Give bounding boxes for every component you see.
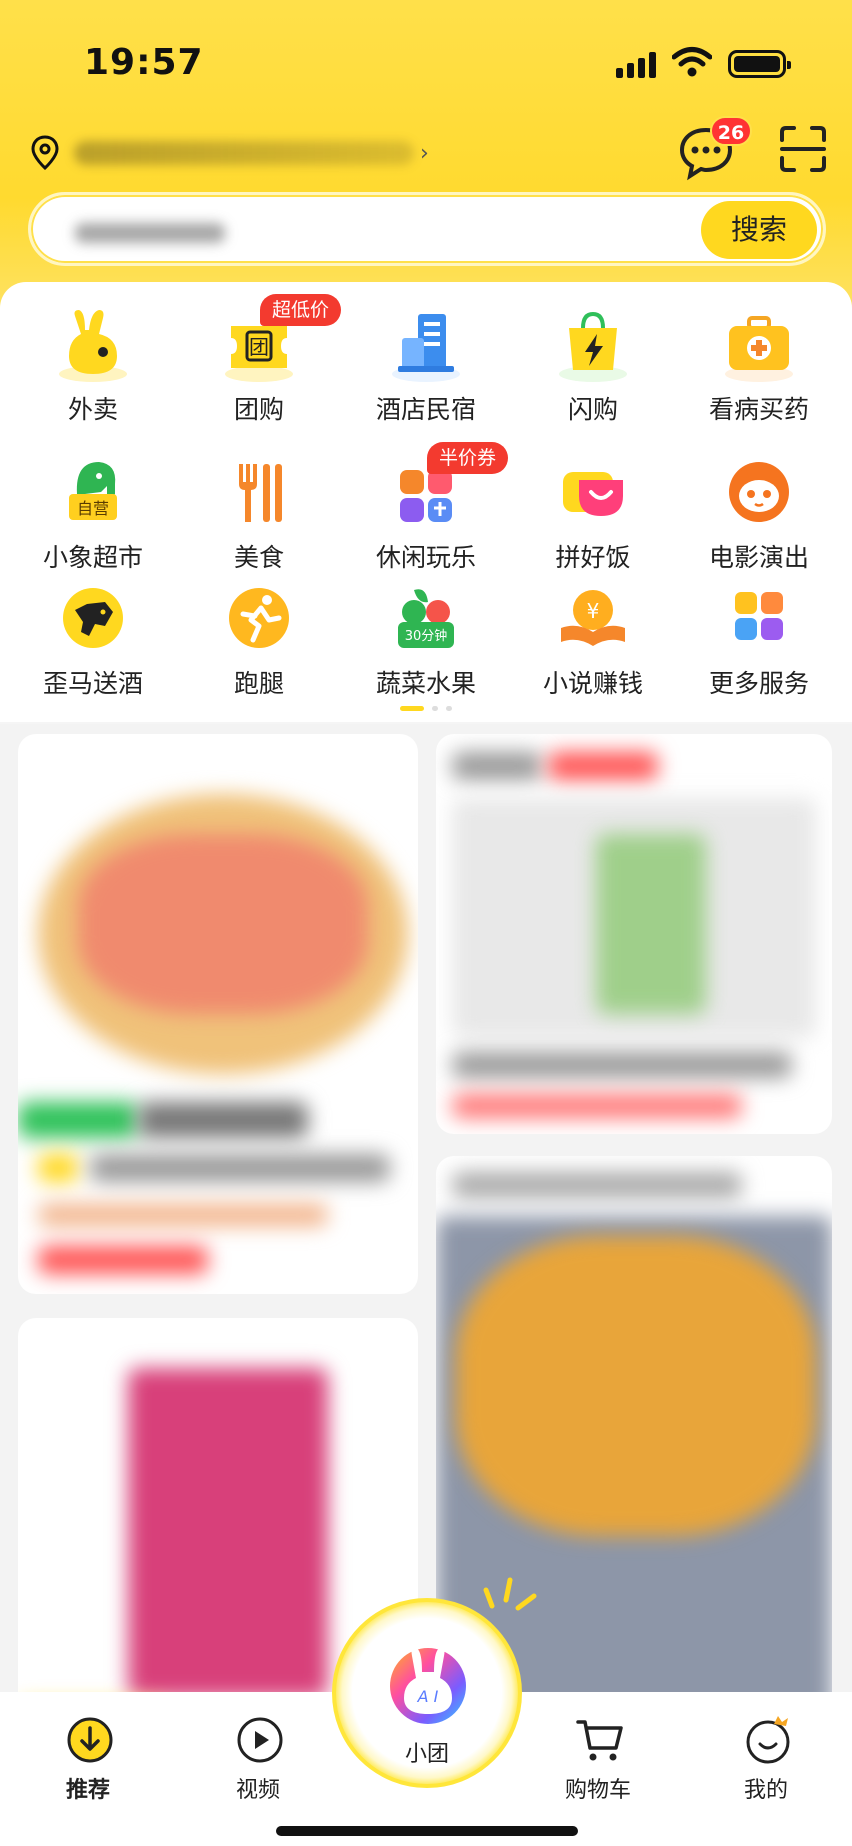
fried-food-image-blurred <box>456 1236 816 1536</box>
category-item[interactable]: 看病买药 <box>676 308 842 434</box>
cellular-signal-icon <box>616 52 660 78</box>
svg-text:30分钟: 30分钟 <box>405 628 448 644</box>
svg-text:团: 团 <box>249 335 269 359</box>
takeout-bunny-icon <box>59 310 127 382</box>
wifi-icon <box>672 47 712 77</box>
flash-bag-icon <box>559 311 627 382</box>
svg-text:A I: A I <box>417 1687 439 1706</box>
tea-image-blurred <box>596 834 706 1014</box>
category-tag: 超低价 <box>260 294 342 326</box>
category-item[interactable]: 团 超低价 团购 <box>176 294 342 434</box>
medkit-icon <box>725 316 793 382</box>
recommend-down-arrow-icon <box>67 1717 113 1763</box>
video-play-icon <box>237 1717 283 1763</box>
category-item[interactable]: ¥ 小说赚钱 <box>510 582 676 708</box>
search-placeholder-blurred <box>75 223 225 243</box>
feed-card[interactable] <box>18 734 418 1294</box>
tab-cart[interactable]: 购物车 <box>538 1716 658 1816</box>
chevron-right-icon: › <box>420 140 429 166</box>
recommendation-feed <box>0 724 852 1738</box>
category-item[interactable]: 电影演出 <box>676 456 842 582</box>
battery-icon <box>728 50 791 78</box>
elephant-market-icon: 自营 <box>69 462 117 520</box>
location-pin-icon <box>31 135 59 171</box>
errand-runner-icon <box>229 588 289 648</box>
category-item[interactable]: 外卖 <box>10 308 176 434</box>
home-indicator <box>276 1826 578 1836</box>
tab-xiaotuan-label: 小团 <box>404 1742 449 1767</box>
status-bar: 19:57 <box>0 0 852 120</box>
novel-coin-icon: ¥ <box>561 590 625 646</box>
category-tag: 半价券 <box>427 442 509 474</box>
svg-text:自营: 自营 <box>77 499 109 518</box>
category-item[interactable]: 美食 <box>176 456 342 582</box>
category-item[interactable]: 自营 小象超市 <box>10 456 176 582</box>
location-selector[interactable]: › <box>30 128 650 178</box>
waima-horse-icon <box>63 588 123 648</box>
scan-icon[interactable] <box>778 124 828 174</box>
drink-image-blurred <box>128 1368 328 1698</box>
profile-smile-icon <box>746 1716 790 1764</box>
status-time: 19:57 <box>84 42 204 83</box>
category-item[interactable]: 半价券 休闲玩乐 <box>343 442 509 582</box>
svg-text:¥: ¥ <box>587 599 600 623</box>
page-indicator <box>400 706 460 714</box>
xiaotuan-bunny-icon: A I <box>390 1647 466 1724</box>
search-bar[interactable]: 搜索 <box>28 192 826 266</box>
sparkle-lines-icon <box>483 1577 537 1611</box>
tab-recommend[interactable]: 推荐 <box>28 1716 148 1816</box>
feed-card[interactable] <box>436 734 832 1134</box>
hotel-building-icon <box>392 314 460 382</box>
category-item[interactable]: 30分钟 蔬菜水果 <box>343 582 509 708</box>
category-item[interactable]: 酒店民宿 <box>343 308 509 434</box>
category-item[interactable]: 歪马送酒 <box>10 582 176 708</box>
message-count-badge: 26 <box>710 116 752 146</box>
fork-knife-icon <box>239 464 282 522</box>
category-item[interactable]: 跑腿 <box>176 582 342 708</box>
vegetable-fruit-icon: 30分钟 <box>398 589 454 648</box>
category-item[interactable]: 更多服务 <box>676 582 842 708</box>
movie-cat-icon <box>729 462 789 522</box>
search-button[interactable]: 搜索 <box>701 201 817 259</box>
tab-profile[interactable]: 我的 <box>706 1716 826 1816</box>
category-item[interactable]: 拼好饭 <box>510 456 676 582</box>
shopping-cart-icon <box>576 1720 623 1761</box>
location-text-blurred <box>74 141 414 165</box>
more-services-icon <box>735 592 783 640</box>
pinhaofan-icon <box>563 472 623 516</box>
category-item[interactable]: 闪购 <box>510 308 676 434</box>
tab-video[interactable]: 视频 <box>198 1716 318 1816</box>
